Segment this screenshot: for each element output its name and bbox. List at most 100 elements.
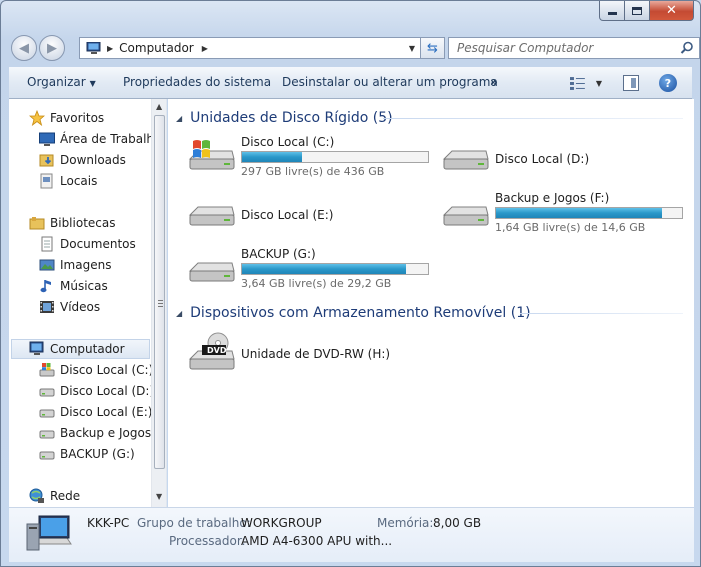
drive-free-space: 297 GB livre(s) de 436 GB — [241, 165, 385, 178]
drive-name: Disco Local (E:) — [241, 208, 334, 222]
nav-item-pictures[interactable]: Imagens — [39, 255, 111, 275]
breadcrumb-computer[interactable]: Computador — [119, 41, 194, 55]
nav-item-downloads[interactable]: Downloads — [39, 150, 126, 170]
nav-item-label: Imagens — [60, 258, 112, 272]
collapse-triangle-icon[interactable]: ◢ — [176, 309, 182, 318]
navigation-pane: Favoritos Área de Trabalho Downloads Loc… — [9, 99, 167, 507]
computer-icon — [86, 41, 102, 55]
search-icon[interactable] — [680, 41, 694, 55]
videos-icon — [39, 299, 55, 315]
hard-drive-icon — [188, 262, 235, 282]
maximize-button[interactable] — [625, 1, 650, 21]
navigation-row: ◀ ▶ ▶ Computador ▶ ▼ ⇆ — [9, 35, 700, 61]
help-button[interactable]: ? — [659, 74, 677, 92]
view-dropdown-icon[interactable]: ▼ — [596, 79, 602, 88]
nav-item-label: Downloads — [60, 153, 126, 167]
hdd-group-header[interactable]: ◢ Unidades de Disco Rígido (5) — [176, 107, 393, 129]
hdd-group-title: Unidades de Disco Rígido (5) — [190, 110, 393, 126]
system-drive-icon — [188, 140, 235, 170]
capacity-bar — [241, 263, 429, 275]
more-commands-button[interactable]: » — [490, 75, 498, 89]
processor-value: AMD A4-6300 APU with... — [241, 534, 393, 548]
nav-item-documents[interactable]: Documentos — [39, 234, 136, 254]
chevron-down-icon: ▼ — [89, 79, 96, 88]
nav-item-recent-places[interactable]: Locais — [39, 171, 97, 191]
collapse-triangle-icon[interactable]: ◢ — [176, 114, 182, 123]
help-icon: ? — [664, 76, 672, 90]
scrollbar-thumb[interactable] — [154, 115, 165, 469]
nav-network[interactable]: Rede — [29, 486, 80, 506]
refresh-button[interactable]: ⇆ — [421, 37, 445, 59]
system-properties-button[interactable]: Propriedades do sistema — [123, 75, 271, 89]
hard-drive-icon — [442, 206, 489, 226]
nav-item-drive-d[interactable]: Disco Local (D:) — [39, 381, 154, 401]
system-drive-icon — [39, 362, 55, 378]
nav-favorites-label: Favoritos — [50, 111, 105, 125]
breadcrumb-expand-icon[interactable]: ▶ — [202, 44, 208, 53]
breadcrumb-separator-icon[interactable]: ▶ — [107, 44, 113, 53]
explorer-window: ✕ ◀ ▶ ▶ Computador ▶ ▼ ⇆ Organizar▼ Prop… — [0, 0, 701, 567]
downloads-folder-icon — [39, 152, 55, 168]
workgroup-value: WORKGROUP — [241, 516, 322, 530]
memory-value: 8,00 GB — [433, 516, 482, 530]
back-button[interactable]: ◀ — [11, 35, 37, 61]
nav-item-desktop[interactable]: Área de Trabalho — [39, 129, 161, 149]
nav-pane-scrollbar[interactable]: ▲ ▼ — [151, 99, 166, 507]
capacity-fill — [242, 152, 302, 162]
nav-item-drive-g[interactable]: BACKUP (G:) — [39, 444, 135, 464]
capacity-bar — [241, 151, 429, 163]
nav-item-videos[interactable]: Vídeos — [39, 297, 100, 317]
grip-icon — [158, 300, 163, 307]
caption-buttons: ✕ — [599, 1, 694, 21]
hard-drive-icon — [39, 383, 55, 399]
memory-label: Memória: — [377, 516, 434, 530]
search-box[interactable] — [448, 37, 700, 59]
content-pane: ◢ Unidades de Disco Rígido (5) Disco Loc… — [168, 99, 694, 507]
nav-item-label: Disco Local (C:) — [60, 363, 154, 377]
back-arrow-icon: ◀ — [19, 40, 29, 56]
nav-item-label: Disco Local (D:) — [60, 384, 155, 398]
capacity-fill — [242, 264, 406, 274]
nav-item-drive-f[interactable]: Backup e Jogos ( — [39, 423, 160, 443]
preview-pane-button[interactable] — [623, 75, 639, 91]
music-note-icon — [39, 278, 55, 294]
organize-button[interactable]: Organizar ▼ — [27, 75, 96, 89]
nav-item-music[interactable]: Músicas — [39, 276, 108, 296]
drive-free-space: 1,64 GB livre(s) de 14,6 GB — [495, 221, 646, 234]
drive-e[interactable]: Disco Local (E:) — [188, 191, 438, 241]
nav-computer[interactable]: Computador — [11, 339, 150, 359]
scroll-down-icon[interactable]: ▼ — [156, 492, 162, 501]
nav-item-drive-c[interactable]: Disco Local (C:) — [39, 360, 153, 380]
drive-c[interactable]: Disco Local (C:) 297 GB livre(s) de 436 … — [188, 135, 438, 185]
network-icon — [29, 488, 45, 504]
computer-icon — [29, 341, 45, 357]
nav-item-drive-e[interactable]: Disco Local (E:) — [39, 402, 152, 422]
minimize-icon — [607, 12, 617, 15]
drive-g[interactable]: BACKUP (G:) 3,64 GB livre(s) de 29,2 GB — [188, 247, 438, 297]
nav-favorites[interactable]: Favoritos — [28, 108, 105, 128]
close-button[interactable]: ✕ — [650, 1, 694, 21]
forward-button[interactable]: ▶ — [39, 35, 65, 61]
processor-label: Processador: — [169, 534, 246, 548]
star-icon — [28, 109, 46, 127]
change-view-button[interactable]: ▼ — [570, 75, 602, 91]
dvd-drive[interactable]: DVD Unidade de DVD-RW (H:) — [188, 331, 438, 381]
drive-f[interactable]: Backup e Jogos (F:) 1,64 GB livre(s) de … — [442, 191, 687, 241]
uninstall-program-button[interactable]: Desinstalar ou alterar um programa — [282, 75, 498, 89]
minimize-button[interactable] — [599, 1, 625, 21]
search-input[interactable] — [457, 41, 667, 55]
nav-item-label: Backup e Jogos ( — [60, 426, 160, 440]
nav-computer-label: Computador — [50, 342, 125, 356]
forward-arrow-icon: ▶ — [47, 40, 57, 56]
removable-group-header[interactable]: ◢ Dispositivos com Armazenamento Removív… — [176, 302, 531, 324]
scroll-up-icon[interactable]: ▲ — [156, 102, 162, 111]
workgroup-label: Grupo de trabalho: — [137, 516, 251, 530]
drive-free-space: 3,64 GB livre(s) de 29,2 GB — [241, 277, 392, 290]
drive-name: Disco Local (D:) — [495, 152, 590, 166]
capacity-fill — [496, 208, 662, 218]
nav-item-label: Vídeos — [60, 300, 101, 314]
nav-libraries[interactable]: Bibliotecas — [29, 213, 115, 233]
drive-d[interactable]: Disco Local (D:) — [442, 135, 682, 185]
address-bar[interactable]: ▶ Computador ▶ ▼ — [79, 37, 421, 59]
address-dropdown-icon[interactable]: ▼ — [404, 38, 420, 58]
